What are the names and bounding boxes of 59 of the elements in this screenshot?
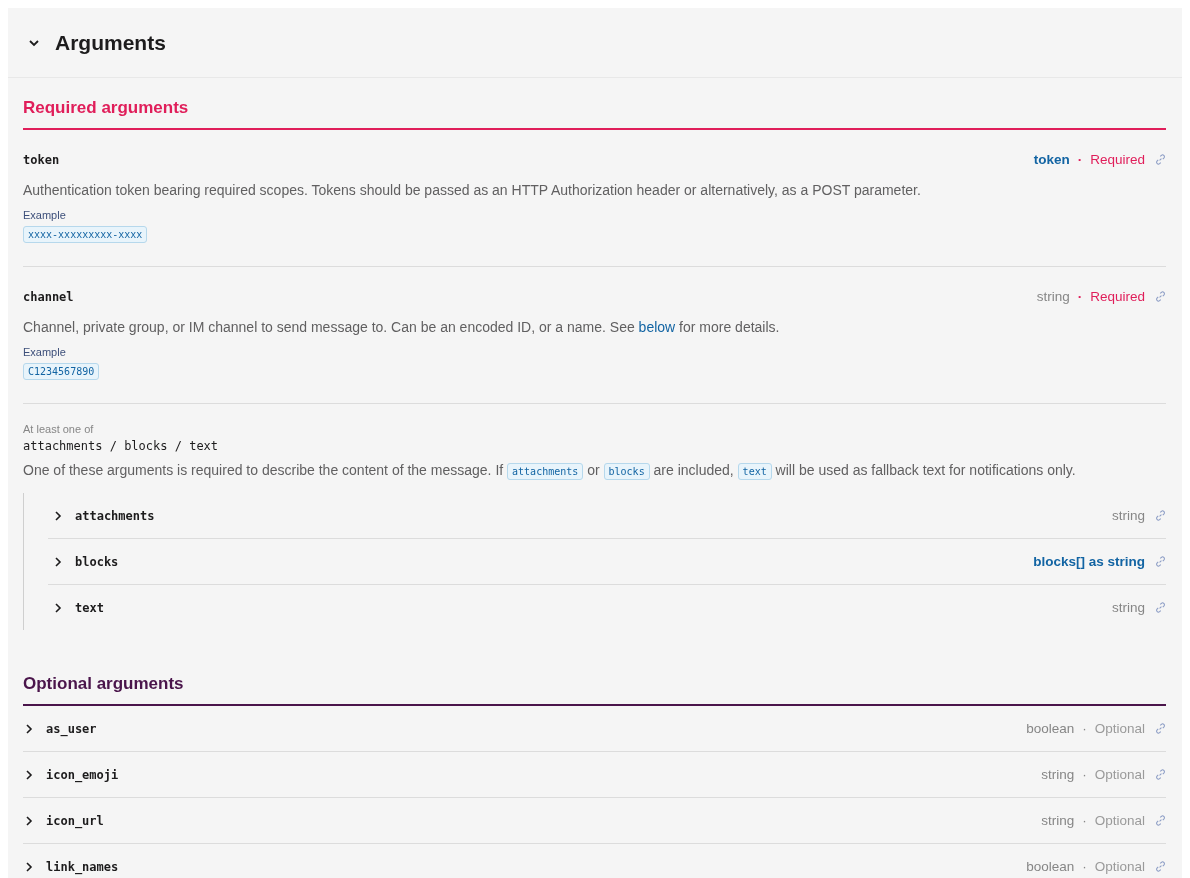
link-icon[interactable] [1155, 602, 1166, 613]
type-label: string [1112, 508, 1145, 523]
type-label[interactable]: blocks[] as string [1033, 554, 1145, 569]
chevron-right-icon[interactable] [23, 768, 35, 781]
link-icon[interactable] [1155, 861, 1166, 872]
below-link[interactable]: below [638, 319, 676, 335]
requirement-label: Required [1090, 152, 1145, 167]
required-heading: Required arguments [23, 78, 1166, 130]
requirement-label: Required [1090, 289, 1145, 304]
chevron-right-icon[interactable] [52, 509, 64, 522]
chevron-right-icon[interactable] [52, 601, 64, 614]
chevron-right-icon[interactable] [23, 722, 35, 735]
separator-dot: · [1082, 859, 1087, 874]
separator-dot: · [1082, 767, 1087, 782]
argument-name[interactable]: icon_emoji [46, 767, 119, 782]
argument-description: Channel, private group, or IM channel to send message to. Can be an encoded ID, or a name. See below for more details. [23, 318, 781, 337]
argument-description: One of these arguments is required to describe the content of the message. If attachments or blocks are included, text will be used as fallback text for notifications only. [23, 461, 1077, 482]
chevron-right-icon[interactable] [23, 860, 35, 873]
argument-name: token [23, 152, 60, 167]
requirement-label: Optional [1094, 813, 1145, 828]
link-icon[interactable] [1155, 510, 1166, 521]
argument-description: Authentication token bearing required scopes. Tokens should be passed as an HTTP Authorization header or alternatively, as a POST parameter. [23, 181, 922, 200]
link-icon[interactable] [1155, 556, 1166, 567]
requirement-label: Optional [1094, 767, 1145, 782]
type-label: string [1041, 767, 1075, 782]
separator-dot: · [1082, 721, 1087, 736]
argument-name[interactable]: as_user [46, 721, 97, 736]
type-label: string [1036, 289, 1070, 304]
type-label: boolean [1026, 859, 1075, 874]
group-argument-names: attachments / blocks / text [23, 439, 220, 453]
argument-name[interactable]: blocks [75, 554, 119, 569]
separator-dot: · [1077, 289, 1083, 304]
argument-name[interactable]: attachments [75, 508, 155, 523]
link-icon[interactable] [1155, 154, 1166, 165]
type-label: boolean [1026, 721, 1075, 736]
group-label: At least one of [23, 423, 95, 435]
chevron-right-icon[interactable] [52, 555, 64, 568]
requirement-label: Optional [1094, 721, 1145, 736]
optional-heading: Optional arguments [23, 654, 1166, 706]
argument-name: channel [23, 289, 74, 304]
example-label: Example [23, 209, 67, 221]
section-title: Arguments [55, 30, 166, 55]
requirement-label: Optional [1094, 859, 1145, 874]
link-icon[interactable] [1155, 291, 1166, 302]
link-icon[interactable] [1155, 815, 1166, 826]
example-label: Example [23, 346, 67, 358]
argument-name[interactable]: icon_url [46, 813, 104, 828]
example-value: C1234567890 [23, 363, 100, 380]
chevron-right-icon[interactable] [23, 814, 35, 827]
link-icon[interactable] [1155, 723, 1166, 734]
argument-name[interactable]: text [75, 600, 104, 615]
link-icon[interactable] [1155, 769, 1166, 780]
type-label: string [1041, 813, 1075, 828]
separator-dot: · [1077, 152, 1083, 167]
type-label[interactable]: token [1033, 152, 1070, 167]
argument-name[interactable]: link_names [46, 859, 119, 874]
example-value: xxxx-xxxxxxxxx-xxxx [23, 226, 148, 243]
separator-dot: · [1082, 813, 1087, 828]
type-label: string [1112, 600, 1145, 615]
